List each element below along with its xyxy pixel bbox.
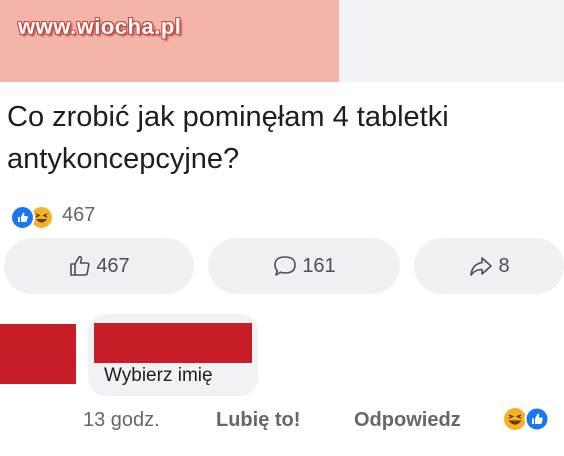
thumbs-up-icon <box>70 255 90 276</box>
share-button[interactable]: 8 <box>414 238 564 294</box>
facebook-post-screenshot: www.wiocha.pl Co zrobić jak pominęłam 4 … <box>0 0 564 456</box>
like-count: 467 <box>96 254 130 277</box>
comment-reply-link[interactable]: Odpowiedz <box>354 409 461 432</box>
like-glyph <box>18 212 28 222</box>
comment-icon <box>274 256 297 276</box>
post-text: Co zrobić jak pominęłam 4 tabletki antyk… <box>7 101 449 175</box>
watermark: www.wiocha.pl <box>18 14 182 39</box>
like-icon <box>10 205 35 230</box>
header-background <box>339 0 564 82</box>
comment-like-link[interactable]: Lubię to! <box>216 409 300 432</box>
reaction-count: 467 <box>62 203 96 226</box>
comment-timestamp[interactable]: 13 godz. <box>83 409 160 432</box>
commenter-name[interactable] <box>94 323 252 363</box>
comment-count: 161 <box>302 254 336 277</box>
comment-button[interactable]: 161 <box>208 238 400 294</box>
reaction-icons <box>8 202 62 230</box>
like-button[interactable]: 467 <box>4 238 194 294</box>
share-count: 8 <box>498 254 510 277</box>
haha-emoji-icon <box>504 408 526 430</box>
share-arrow-icon <box>470 257 493 276</box>
like-icon <box>524 406 550 432</box>
comment-reactions[interactable] <box>500 406 564 432</box>
redacted-header <box>0 0 339 82</box>
comment-text: Wybierz imię <box>104 365 213 386</box>
post-reactions-summary[interactable]: 467 <box>8 202 96 230</box>
comment-reaction-icons <box>504 406 550 432</box>
avatar[interactable] <box>0 324 76 384</box>
